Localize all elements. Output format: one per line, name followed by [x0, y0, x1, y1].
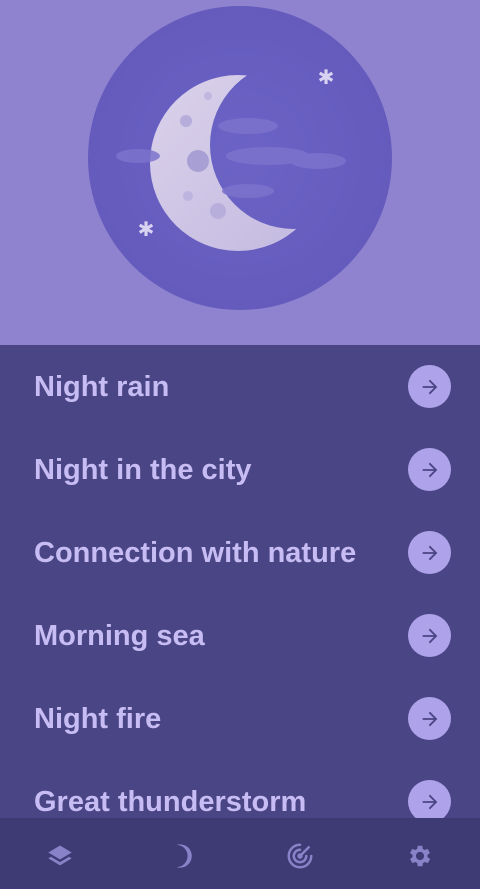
nav-item-sleep[interactable] — [160, 836, 200, 876]
app-screen: ✱ ✱ Night rain Night in the city Connect… — [0, 0, 480, 889]
list-item-label: Night in the city — [34, 454, 252, 486]
list-item-great-thunderstorm[interactable]: Great thunderstorm — [0, 760, 480, 818]
nav-item-layers[interactable] — [40, 836, 80, 876]
crescent-moon-illustration: ✱ ✱ — [88, 6, 392, 310]
arrow-right-icon — [422, 628, 437, 643]
radar-icon — [287, 843, 313, 869]
list-item-morning-sea[interactable]: Morning sea — [0, 594, 480, 677]
arrow-right-icon — [422, 545, 437, 560]
arrow-right-icon — [422, 794, 437, 809]
svg-text:✱: ✱ — [318, 65, 335, 89]
list-item-night-rain[interactable]: Night rain — [0, 345, 480, 428]
open-button[interactable] — [408, 448, 451, 491]
sound-list: Night rain Night in the city Connection … — [0, 345, 480, 818]
hero-banner: ✱ ✱ — [0, 0, 480, 345]
list-item-label: Night rain — [34, 371, 170, 403]
arrow-right-icon — [422, 379, 437, 394]
gear-icon — [409, 845, 431, 867]
open-button[interactable] — [408, 780, 451, 818]
arrow-right-icon — [422, 711, 437, 726]
list-item-label: Night fire — [34, 703, 162, 735]
moon-icon — [176, 844, 192, 868]
layers-icon — [48, 845, 72, 866]
list-item-label: Connection with nature — [34, 537, 357, 569]
open-button[interactable] — [408, 365, 451, 408]
open-button[interactable] — [408, 697, 451, 740]
open-button[interactable] — [408, 531, 451, 574]
open-button[interactable] — [408, 614, 451, 657]
list-item-night-in-the-city[interactable]: Night in the city — [0, 428, 480, 511]
svg-text:✱: ✱ — [138, 217, 155, 241]
list-item-night-fire[interactable]: Night fire — [0, 677, 480, 760]
list-item-label: Great thunderstorm — [34, 786, 307, 818]
nav-item-settings[interactable] — [400, 836, 440, 876]
nav-item-radar[interactable] — [280, 836, 320, 876]
arrow-right-icon — [422, 462, 437, 477]
bottom-navigation — [0, 818, 480, 889]
list-item-connection-with-nature[interactable]: Connection with nature — [0, 511, 480, 594]
list-item-label: Morning sea — [34, 620, 205, 652]
